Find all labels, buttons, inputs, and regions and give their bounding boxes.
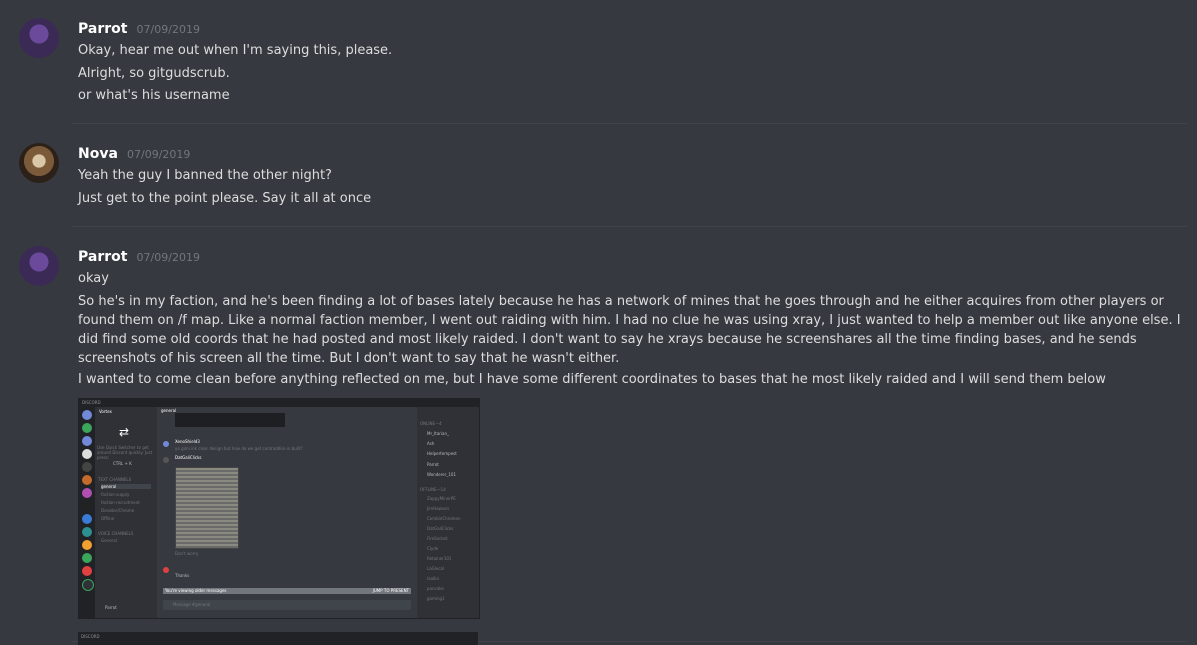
member-item[interactable]: CombinChromen [427, 516, 461, 521]
older-messages-notice: You're viewing older messages [165, 588, 227, 593]
channel-sidebar: Vortex ⇄ Use Quick Switcher to get aroun… [95, 407, 157, 618]
member-item[interactable]: Helpertempest [427, 451, 457, 456]
chat-message: Thanks [175, 573, 190, 578]
username[interactable]: Parrot [78, 21, 127, 37]
chat-username[interactable]: XenoShield3 [175, 439, 200, 444]
members-offline-header: OFFLINE—14 [420, 487, 446, 492]
member-item[interactable]: Clyde [427, 546, 438, 551]
message-text: okay [78, 271, 109, 286]
channel-item[interactable]: general [101, 484, 151, 489]
discord-home-icon[interactable] [82, 410, 92, 420]
channel-item[interactable]: Offline [101, 516, 114, 521]
server-icon[interactable] [82, 462, 92, 472]
avatar[interactable] [19, 143, 59, 183]
timestamp: 07/09/2019 [136, 251, 200, 264]
member-item[interactable]: Retainer101 [427, 556, 451, 561]
chat-message: Don't worry [175, 551, 199, 556]
channel-item[interactable]: faction-supply [101, 492, 129, 497]
channel-title: general [161, 408, 177, 413]
avatar[interactable] [19, 18, 59, 58]
member-item[interactable]: DatGaliClicks [427, 526, 454, 531]
channel-item[interactable]: faction-recruitment [101, 500, 140, 505]
server-icon[interactable] [82, 475, 92, 485]
code-block [175, 413, 285, 427]
server-icon[interactable] [82, 514, 92, 524]
avatar[interactable] [19, 246, 59, 286]
server-icon[interactable] [82, 553, 92, 563]
message-text: I wanted to come clean before anything r… [78, 372, 1106, 387]
message-text: Just get to the point please. Say it all… [78, 191, 372, 206]
screenshot-image[interactable] [175, 467, 239, 549]
members-online-header: ONLINE—4 [420, 421, 442, 426]
avatar[interactable] [163, 567, 169, 573]
member-item[interactable]: Ash [427, 441, 434, 446]
member-item[interactable]: Wonderer_101 [427, 472, 456, 477]
member-item[interactable]: Mr_Itarian_ [427, 431, 449, 436]
message-input-placeholder: Message #general [173, 602, 211, 607]
member-item[interactable]: JimHawson [427, 506, 449, 511]
server-icon[interactable] [82, 527, 92, 537]
member-item[interactable]: pancake [427, 586, 444, 591]
server-icon[interactable] [82, 423, 92, 433]
timestamp: 07/09/2019 [127, 148, 191, 161]
add-server-icon[interactable] [82, 579, 94, 591]
member-item[interactable]: ZappyMinerPE [427, 496, 456, 501]
jump-to-present-link[interactable]: JUMP TO PRESENT [373, 588, 409, 593]
self-username: Parrot [105, 605, 117, 610]
username[interactable]: Nova [78, 146, 118, 162]
message-text: So he's in my faction, and he's been fin… [78, 294, 1181, 366]
avatar[interactable] [163, 457, 169, 463]
older-messages-bar[interactable]: You're viewing older messages JUMP TO PR… [163, 588, 411, 594]
chat-message: yo gimi ink clear design but how do we g… [175, 446, 303, 451]
switcher-key[interactable]: CTRL + K [113, 461, 132, 466]
message-divider [72, 123, 1187, 124]
member-item[interactable]: LaGlecal [427, 566, 444, 571]
username[interactable]: Parrot [78, 249, 127, 265]
message-text: or what's his username [78, 88, 230, 103]
image-attachment[interactable]: DISCORD [78, 632, 478, 645]
app-label: DISCORD [82, 400, 101, 405]
server-icon[interactable] [82, 449, 92, 459]
switcher-hint: Use Quick Switcher to get around Discord… [97, 445, 153, 460]
switcher-arrows-icon: ⇄ [119, 425, 130, 439]
server-icon[interactable] [82, 436, 92, 446]
member-item[interactable]: gaming1 [427, 596, 445, 601]
chat-username[interactable]: DatGaliClicks [175, 455, 202, 460]
member-item[interactable]: Parrot [427, 462, 439, 467]
member-list: ONLINE—4 Mr_Itarian_ Ash Helpertempest P… [417, 407, 479, 618]
server-icon[interactable] [82, 488, 92, 498]
voice-channel-item[interactable]: General [101, 538, 117, 543]
server-name[interactable]: Vortex [99, 409, 112, 414]
image-attachment[interactable]: DISCORD Vortex ⇄ Use Quick Switcher to g… [78, 398, 480, 619]
member-item[interactable]: laallia [427, 576, 439, 581]
message-divider [72, 226, 1187, 227]
app-label: DISCORD [81, 634, 100, 639]
message-input[interactable]: Message #general [163, 600, 411, 610]
message-text: Alright, so gitgudscrub. [78, 66, 230, 81]
message-text: Okay, hear me out when I'm saying this, … [78, 43, 393, 58]
avatar[interactable] [163, 441, 169, 447]
server-icon[interactable] [82, 540, 92, 550]
member-item[interactable]: FireSocket [427, 536, 448, 541]
attachment-titlebar: DISCORD [79, 399, 479, 407]
server-icon[interactable] [82, 566, 92, 576]
guild-sidebar [79, 407, 95, 618]
server-icon[interactable] [82, 501, 92, 511]
channel-item[interactable]: Donater/Chrome [101, 508, 134, 513]
text-channels-header: TEXT CHANNELS [98, 477, 132, 482]
message-text: Yeah the guy I banned the other night? [78, 168, 332, 183]
timestamp: 07/09/2019 [136, 23, 200, 36]
voice-channels-header: VOICE CHANNELS [98, 531, 134, 536]
